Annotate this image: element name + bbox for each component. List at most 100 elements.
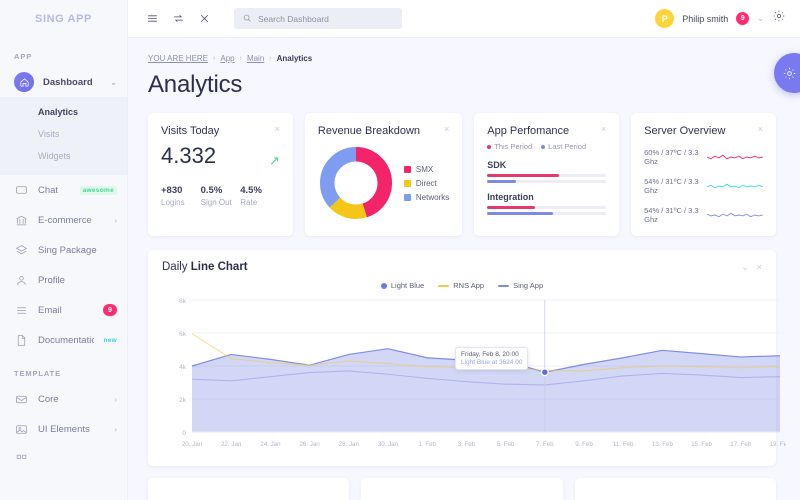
close-icon[interactable]: × [758,125,763,134]
stat-rate: 4.5% Rate [240,185,280,207]
sidebar-item-visits[interactable]: Visits [0,123,127,145]
chevron-right-icon: › [114,424,117,434]
gear-icon [783,67,795,79]
status-badge: new [103,336,117,344]
progress-fill [487,174,559,177]
svg-text:26. Jan: 26. Jan [299,441,320,448]
server-row: 60% / 37ºC / 3.3 Ghz [644,148,764,166]
donut-legend: SMX Direct Networks [403,165,449,202]
collapse-icon[interactable]: ⌄ [741,262,749,273]
brand-logo[interactable]: SING APP [0,0,127,38]
card-header: Revenue Breakdown × [317,125,449,138]
sidebar-item-widgets[interactable]: Widgets [0,145,127,167]
card-title: Server Overview [644,125,726,137]
svg-text:6k: 6k [179,331,187,338]
sidebar-item-chat[interactable]: Chat awesome [0,175,127,205]
file-icon [14,333,29,348]
chevron-down-icon[interactable]: ⌄ [757,14,764,23]
hamburger-icon[interactable] [144,11,160,27]
sidebar-item-label: Sing Package [38,244,97,256]
close-icon[interactable]: × [444,125,449,134]
stat-label: Rate [240,198,258,207]
sidebar-item-email[interactable]: Email 9 [0,295,127,325]
svg-text:11. Feb: 11. Feb [613,441,634,448]
sidebar-item-ui-elements[interactable]: UI Elements › [0,414,127,444]
sidebar-item-ecommerce[interactable]: E-commerce › [0,205,127,235]
svg-text:7. Feb: 7. Feb [536,441,554,448]
search-icon [242,10,252,28]
stat-cards-row: Visits Today × 4.332 ↗ +830 Logins 0.5% [148,113,777,236]
bottom-card[interactable] [574,478,776,500]
legend-item-rns-app[interactable]: RNS App [438,281,484,290]
sidebar-item-profile[interactable]: Profile [0,265,127,295]
legend-item-sing-app[interactable]: Sing App [498,281,543,290]
sidebar-section-app: APP [14,52,33,61]
card-title: Revenue Breakdown [317,125,421,137]
sidebar-item-dashboard[interactable]: Dashboard ⌄ [0,67,127,97]
search-input[interactable] [258,13,394,24]
svg-text:1. Feb: 1. Feb [418,441,436,448]
svg-text:22. Jan: 22. Jan [221,441,242,448]
breadcrumb-separator: › [269,55,272,62]
breadcrumb-here: YOU ARE HERE [148,54,209,63]
search-box[interactable] [234,8,402,29]
sparkline-chart [707,183,764,189]
sidebar-item-label: Chat [38,184,59,196]
sidebar-section-template: TEMPLATE [14,369,62,378]
chart-actions: ⌄ × [741,262,762,273]
sidebar-item-documentation[interactable]: Documentation new [0,325,127,355]
card-header: App Perfomance × [487,125,606,138]
bottom-cards-row [148,478,776,500]
card-server-overview: Server Overview × 60% / 37ºC / 3.3 Ghz 5… [631,113,777,236]
donut-chart-wrap: SMX Direct Networks [318,145,449,221]
notification-badge[interactable]: 9 [736,12,750,25]
breadcrumb-current: Analytics [276,54,313,63]
svg-text:4k: 4k [179,364,187,371]
stat-value: 4.5% [240,185,262,196]
legend-label: Direct [415,178,437,188]
close-icon[interactable] [196,11,212,27]
sidebar-item-label: Documentation [38,334,94,346]
sidebar-item-partial[interactable] [0,444,127,474]
sidebar-item-core[interactable]: Core › [0,384,127,414]
bottom-card[interactable] [361,478,563,500]
legend-item: Networks [403,193,449,202]
close-icon[interactable]: × [757,262,762,273]
sidebar-item-label: Email [38,304,62,316]
close-icon[interactable]: × [275,125,280,134]
transfer-icon[interactable] [170,11,186,27]
chevron-down-icon: ⌄ [110,77,117,87]
status-badge: 9 [103,304,117,316]
svg-text:19. Feb: 19. Feb [770,441,786,448]
progress-fill [487,180,516,183]
legend-label: Sing App [513,281,544,290]
chart-header: Daily Line Chart ⌄ × [162,261,762,273]
app-root: SING APP APP Dashboard ⌄ Analytics Visit… [0,0,800,500]
breadcrumb-item-app[interactable]: App [220,54,234,63]
breadcrumb-item-main[interactable]: Main [247,54,264,63]
server-stats: 54% / 31ºC / 3.3 Ghz [644,177,699,195]
legend-swatch [541,144,546,149]
card-daily-line-chart: Daily Line Chart ⌄ × Light Blue RNS App [148,250,786,466]
svg-text:30. Jan: 30. Jan [378,441,399,448]
card-title: App Perfomance [487,125,570,137]
avatar[interactable]: P [655,9,675,28]
sidebar-item-sing-package[interactable]: Sing Package [0,235,127,265]
progress-track [487,180,607,183]
stat-value: +830 [161,185,183,196]
tooltip-value: Light Blue at 3624.00 [461,359,523,366]
sidebar-item-label: UI Elements [38,423,90,435]
progress-track [487,212,607,215]
close-icon[interactable]: × [601,125,606,134]
legend-item-light-blue[interactable]: Light Blue [380,281,424,290]
visits-value: 4.332 [161,143,217,168]
line-chart-svg[interactable]: 0 2k 4k 6k 8k 20. Jan 22. Jan 24. Jan 26. Jan 28.… [162,294,786,454]
top-bar: P Philip smith 9 ⌄ [128,0,800,38]
server-stats: 54% / 31ºC / 3.3 Ghz [644,206,699,224]
user-name[interactable]: Philip smith [682,14,728,24]
bottom-card[interactable] [148,478,350,500]
envelope-icon [14,392,29,407]
sidebar-item-analytics[interactable]: Analytics [0,101,127,123]
gear-icon[interactable] [772,9,786,28]
status-badge: awesome [79,185,117,195]
